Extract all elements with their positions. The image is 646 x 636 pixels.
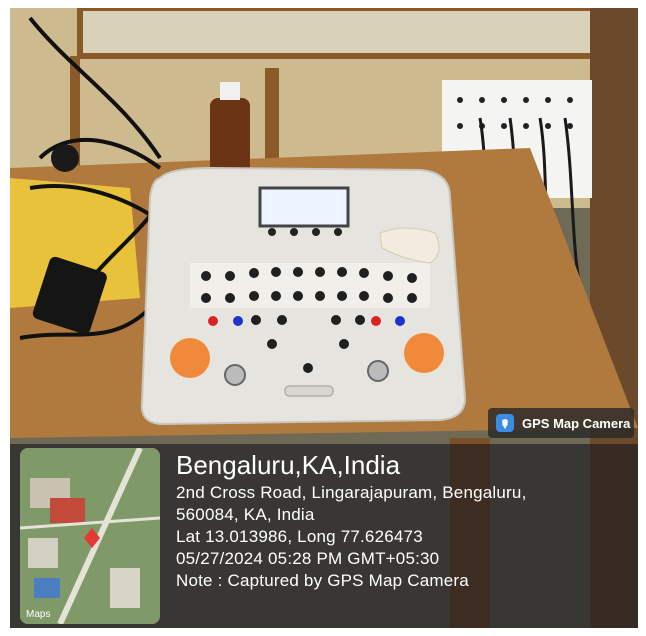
device-screen [258,186,350,228]
address-line-1: 2nd Cross Road, Lingarajapuram, Bengalur… [176,483,527,502]
window-frame [77,8,603,59]
map-thumbnail: Maps [20,448,160,624]
location-text: Bengaluru,KA,India 2nd Cross Road, Linga… [176,448,634,592]
capture-note: Note : Captured by GPS Map Camera [176,571,469,590]
city-title: Bengaluru,KA,India [176,450,401,480]
map-attribution: Maps [26,609,51,620]
badge-label: GPS Map Camera [522,415,631,431]
gps-camera-badge: GPS Map Camera [488,408,634,438]
timestamp: 05/27/2024 05:28 PM GMT+05:30 [176,549,440,568]
left-knob [170,338,210,378]
right-knob [404,333,444,373]
gps-map-camera-icon [496,414,514,432]
photo-frame: GPS Map Camera Maps Bengaluru,KA,India 2… [10,8,638,628]
address-line-2: 560084, KA, India [176,505,315,524]
coordinates: Lat 13.013986, Long 77.626473 [176,527,423,546]
location-overlay: Maps Bengaluru,KA,India 2nd Cross Road, … [10,444,638,628]
